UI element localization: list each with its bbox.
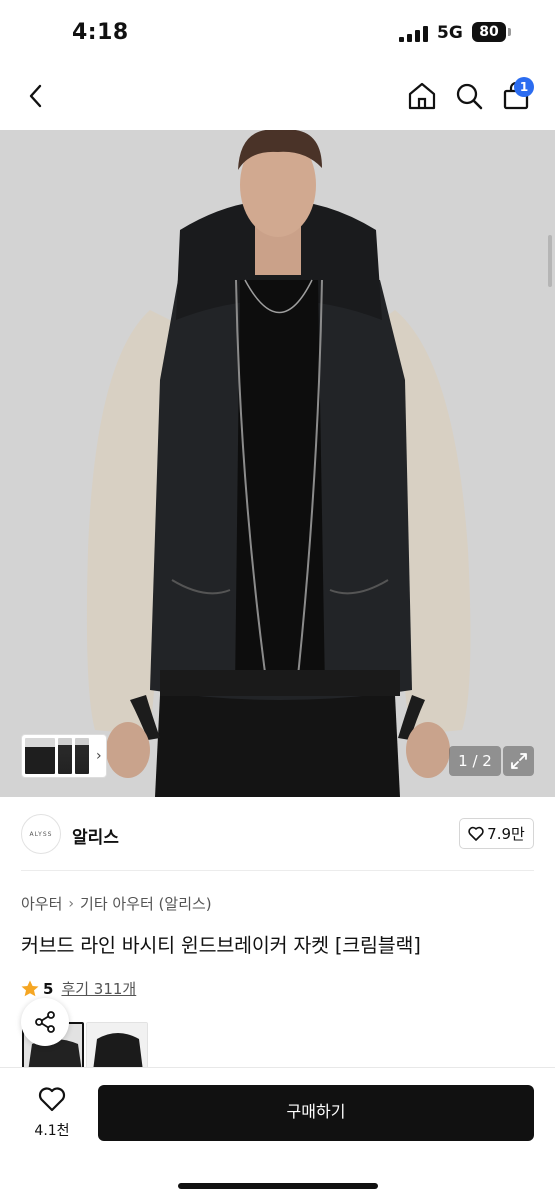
thumbnail-image bbox=[58, 738, 72, 774]
expand-icon bbox=[510, 753, 527, 769]
status-bar: 4:18 5G 80 bbox=[0, 0, 555, 66]
thumbnail-image bbox=[75, 738, 89, 774]
gallery-thumbnail-strip[interactable]: › bbox=[21, 734, 107, 778]
rating-score: 5 bbox=[43, 979, 54, 998]
home-indicator bbox=[178, 1183, 378, 1189]
product-title: 커브드 라인 바시티 윈드브레이커 자켓 [크림블랙] bbox=[21, 934, 421, 957]
battery-tip bbox=[508, 28, 511, 36]
chevron-right-icon: › bbox=[68, 895, 75, 912]
brand-like-button[interactable]: 7.9만 bbox=[459, 818, 534, 849]
product-image[interactable] bbox=[0, 130, 555, 797]
heart-icon bbox=[38, 1087, 66, 1112]
rating-row: 5 후기 311개 bbox=[21, 978, 136, 999]
breadcrumb-item[interactable]: 기타 아우터 (알리스) bbox=[80, 893, 212, 914]
brand-row[interactable]: ALYSS 알리스 7.9만 bbox=[0, 797, 555, 871]
network-type: 5G bbox=[437, 23, 463, 43]
chevron-left-icon bbox=[29, 84, 42, 108]
breadcrumb: 아우터 › 기타 아우터 (알리스) bbox=[21, 893, 212, 914]
thumbnail-image bbox=[25, 738, 55, 774]
chevron-right-icon: › bbox=[96, 748, 102, 764]
wishlist-button[interactable]: 4.1천 bbox=[22, 1086, 82, 1140]
search-button[interactable] bbox=[451, 78, 487, 114]
home-icon bbox=[408, 82, 436, 110]
share-icon bbox=[35, 1011, 55, 1033]
cellular-signal-icon bbox=[399, 26, 428, 42]
product-photo bbox=[0, 130, 555, 797]
brand-name[interactable]: 알리스 bbox=[72, 823, 119, 848]
buy-button[interactable]: 구매하기 bbox=[98, 1085, 534, 1141]
star-icon bbox=[21, 980, 39, 997]
cart-badge: 1 bbox=[514, 77, 534, 97]
gallery-page-counter: 1 / 2 bbox=[449, 746, 501, 776]
battery-icon: 80 bbox=[472, 22, 506, 42]
back-button[interactable] bbox=[18, 78, 54, 114]
share-button[interactable] bbox=[21, 998, 69, 1046]
breadcrumb-item[interactable]: 아우터 bbox=[21, 893, 62, 914]
brand-like-count: 7.9만 bbox=[487, 825, 525, 843]
heart-icon bbox=[468, 826, 484, 841]
variant-thumbnail bbox=[87, 1023, 147, 1069]
top-nav bbox=[0, 66, 555, 130]
home-button[interactable] bbox=[404, 78, 440, 114]
bottom-action-bar: 4.1천 구매하기 bbox=[0, 1067, 555, 1200]
color-variant-option[interactable] bbox=[86, 1022, 148, 1070]
status-time: 4:18 bbox=[72, 20, 129, 45]
expand-button[interactable] bbox=[503, 746, 534, 776]
brand-logo[interactable]: ALYSS bbox=[21, 814, 61, 854]
search-icon bbox=[456, 83, 483, 110]
page-scrollbar[interactable] bbox=[548, 235, 552, 287]
review-count-link[interactable]: 후기 311개 bbox=[61, 978, 136, 999]
divider bbox=[21, 870, 534, 871]
wishlist-count: 4.1천 bbox=[34, 1123, 70, 1139]
